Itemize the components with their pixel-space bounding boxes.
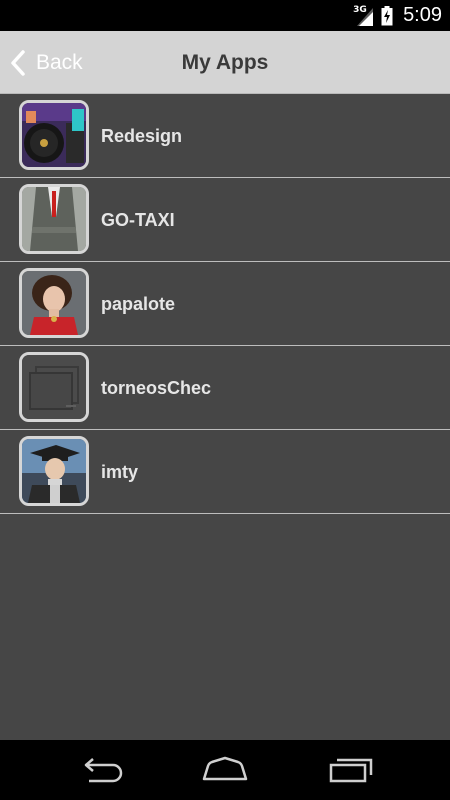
back-button[interactable]: Back [10,31,83,94]
app-name: Redesign [101,126,183,146]
app-name: imty [101,462,139,482]
app-name: torneosChec [101,378,212,398]
battery-charging-icon [381,5,393,25]
navigation-bar [0,740,450,800]
signal-icon: 3G [353,5,375,27]
back-nav-icon[interactable] [75,754,125,786]
clock: 5:09 [403,4,442,26]
suited-man-thumbnail [19,184,89,254]
app-list-item[interactable]: torneosChec [0,346,450,430]
dj-turntable-thumbnail [19,100,89,170]
app-list-item[interactable]: papalote [0,262,450,346]
back-button-label: Back [36,50,83,74]
app-list: Redesign GO-TAXI papalote torneosChec im… [0,94,450,514]
screen: 3G 5:09 Back My Apps Redesign GO-TAXI pa… [0,0,450,800]
status-icons: 3G 5:09 [353,0,442,31]
app-list-item[interactable]: Redesign [0,94,450,178]
app-list-item[interactable]: GO-TAXI [0,178,450,262]
status-bar: 3G 5:09 [0,0,450,31]
header-bar: Back My Apps [0,31,450,94]
woman-portrait-thumbnail [19,268,89,338]
recents-nav-icon[interactable] [328,754,378,786]
app-list-item[interactable]: imty [0,430,450,514]
app-name: GO-TAXI [101,210,175,230]
home-nav-icon[interactable] [200,754,250,786]
graduate-portrait-thumbnail [19,436,89,506]
chevron-left-icon [11,49,25,76]
placeholder-stack-thumbnail [19,352,89,422]
app-name: papalote [101,294,176,314]
